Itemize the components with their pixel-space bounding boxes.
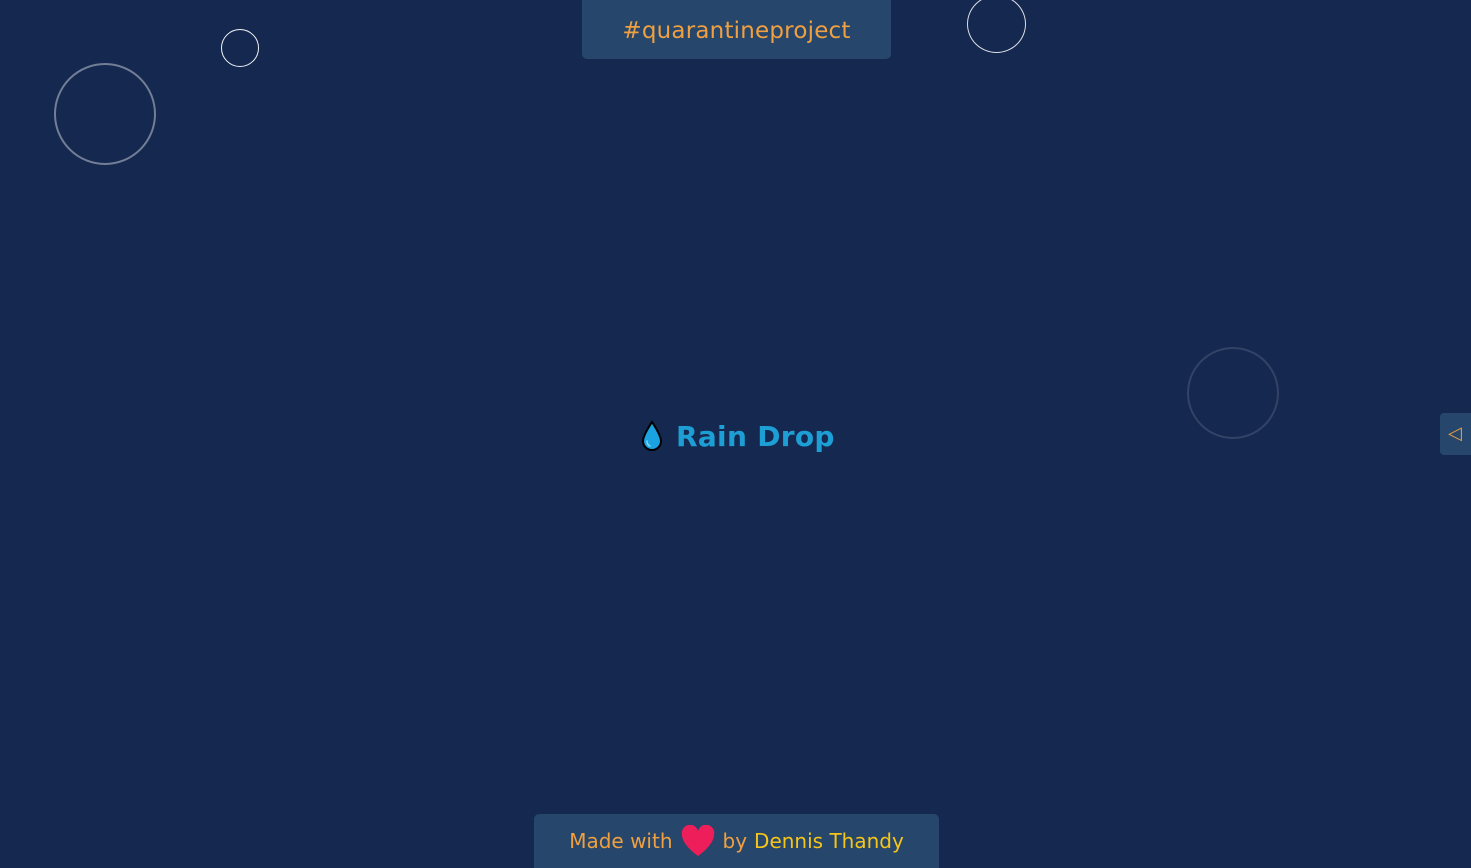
made-with-text: Made with bbox=[569, 829, 673, 853]
ripple-circle bbox=[221, 29, 259, 67]
triangle-left-icon: ◁ bbox=[1448, 423, 1462, 444]
footer-credit: Made with by Dennis Thandy bbox=[534, 814, 939, 868]
ripple-circle bbox=[1187, 347, 1279, 439]
hashtag-text: #quarantineproject bbox=[622, 17, 851, 44]
author-link[interactable]: Dennis Thandy bbox=[754, 829, 904, 853]
side-panel-toggle-button[interactable]: ◁ bbox=[1440, 413, 1471, 455]
ripple-circle bbox=[54, 63, 156, 165]
raindrop-icon bbox=[641, 420, 663, 451]
canvas[interactable]: #quarantineproject Rain Drop ◁ Made with… bbox=[0, 0, 1471, 868]
heart-icon bbox=[681, 825, 714, 856]
title-text: Rain Drop bbox=[676, 419, 835, 453]
page-title: Rain Drop bbox=[640, 418, 835, 454]
hashtag-banner: #quarantineproject bbox=[582, 0, 891, 59]
ripple-circle bbox=[967, 0, 1026, 53]
by-text: by bbox=[722, 829, 748, 853]
